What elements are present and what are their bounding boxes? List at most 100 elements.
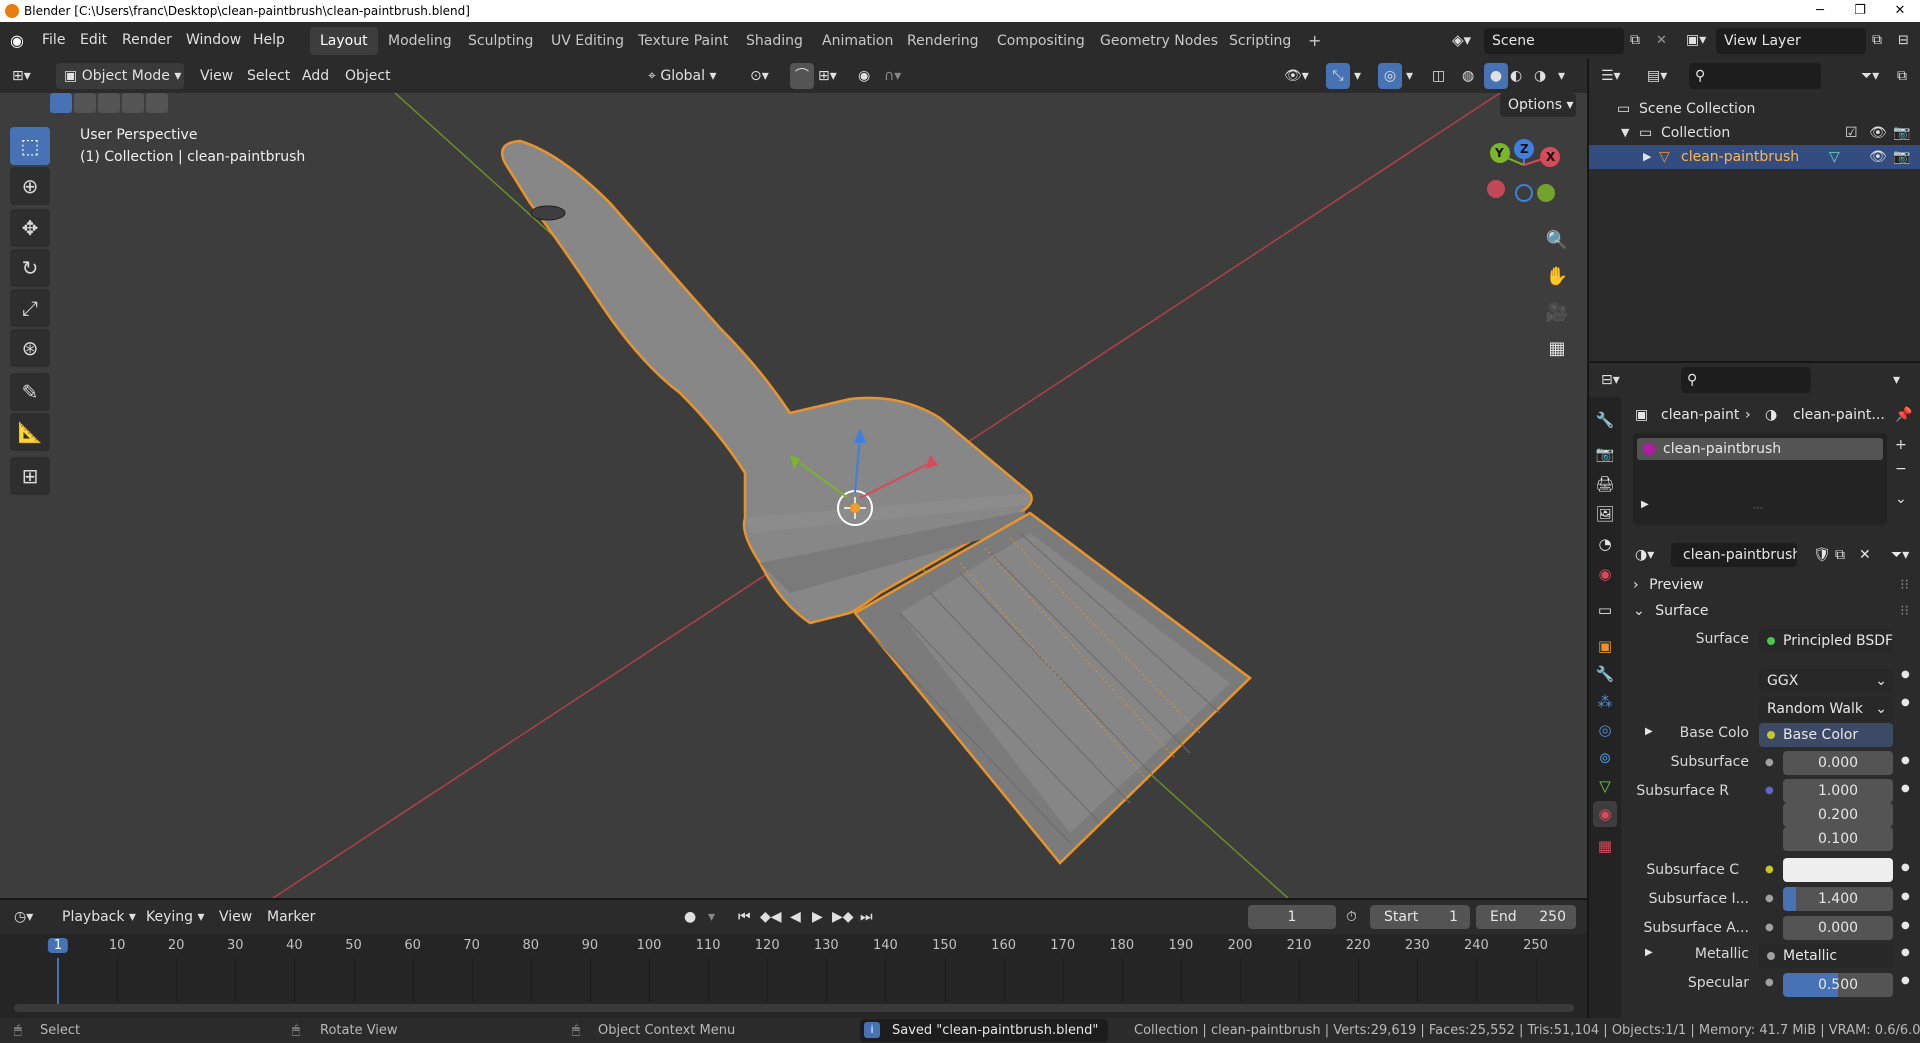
texture-tab-icon[interactable]: ▦	[1593, 833, 1617, 859]
current-frame-field[interactable]: 1	[1248, 905, 1336, 929]
viewport-menu-select[interactable]: Select	[247, 63, 290, 89]
navigation-gizmo[interactable]	[1480, 133, 1580, 213]
visibility-eye-icon[interactable]: 👁	[1869, 121, 1887, 145]
overlays-dropdown-icon[interactable]: ▾	[1406, 63, 1413, 89]
record-keyframe-icon[interactable]: ●	[684, 904, 696, 930]
end-frame-field[interactable]: End 250	[1476, 905, 1576, 929]
properties-editor-icon[interactable]: ⊟▾	[1601, 367, 1620, 393]
subsurface-dot-icon[interactable]: ●	[1901, 755, 1910, 766]
add-material-slot-icon[interactable]: +	[1895, 437, 1907, 453]
method-dot-icon[interactable]: ●	[1901, 697, 1910, 708]
timeline-menu-playback[interactable]: Playback ▾	[62, 904, 136, 930]
subsurface-method-dropdown[interactable]: Random Walk ⌄	[1759, 697, 1893, 721]
timeline-scrollbar[interactable]	[14, 1004, 1574, 1012]
aniso-dot-icon[interactable]: ●	[1901, 920, 1910, 931]
viewport-menu-view[interactable]: View	[200, 63, 233, 89]
tab-animation[interactable]: Animation	[812, 27, 903, 55]
next-keyframe-icon[interactable]: ▶◆	[832, 904, 854, 930]
radius-dot-icon[interactable]: ●	[1901, 783, 1910, 794]
browse-material-icon[interactable]: ◑▾	[1635, 547, 1654, 563]
xray-toggle-icon[interactable]: ◫	[1432, 63, 1445, 89]
particles-tab-icon[interactable]: ⁂	[1593, 689, 1617, 715]
timeline-menu-view[interactable]: View	[219, 904, 252, 930]
subsurface-radius-y-field[interactable]: 0.200	[1783, 803, 1893, 827]
duplicate-material-icon[interactable]: ⧉	[1835, 547, 1845, 563]
material-shading-icon[interactable]: ◐	[1510, 63, 1522, 89]
wireframe-shading-icon[interactable]: ◍	[1462, 63, 1474, 89]
menu-edit[interactable]: Edit	[80, 22, 107, 59]
outliner-row-object[interactable]: ▶ ▽ clean-paintbrush ▽ 👁 📷	[1589, 145, 1920, 169]
maximize-button[interactable]: ❐	[1840, 0, 1880, 22]
tab-modeling[interactable]: Modeling	[378, 27, 462, 55]
viewport-timeline-separator[interactable]	[0, 898, 1587, 900]
options-dropdown[interactable]: Options ▾	[1500, 93, 1576, 117]
outliner-search-input[interactable]: ⚲	[1689, 63, 1821, 89]
scale-tool-icon[interactable]: ⤢	[10, 289, 50, 327]
play-reverse-icon[interactable]: ◀	[790, 904, 801, 930]
visibility-icon[interactable]: 👁▾	[1284, 63, 1309, 89]
rotate-tool-icon[interactable]: ↻	[10, 249, 50, 287]
tab-rendering[interactable]: Rendering	[897, 27, 989, 55]
mesh-data-icon[interactable]: ▽	[1829, 145, 1840, 169]
select-box-tool-icon[interactable]: ⬚	[10, 127, 50, 165]
transform-orientation-dropdown[interactable]: ⌖ Global ▾	[648, 63, 740, 89]
base-color-link-field[interactable]: Base Color	[1759, 723, 1893, 747]
material-tab-icon[interactable]: ◉	[1593, 801, 1617, 827]
filter-icon[interactable]: ⏷▾	[1861, 63, 1879, 89]
node-filter-icon[interactable]: ⏷▾	[1891, 547, 1909, 563]
render-tab-icon[interactable]: 📷	[1593, 441, 1617, 467]
subsurface-color-dot-icon[interactable]: ●	[1901, 862, 1910, 873]
use-preview-range-icon[interactable]: ⏱	[1346, 904, 1357, 930]
unlink-material-icon[interactable]: ✕	[1859, 547, 1871, 563]
surface-panel-header[interactable]: ⌄ Surface ⁝⁝	[1633, 599, 1915, 623]
exclude-checkbox-icon[interactable]: ☑	[1845, 121, 1858, 145]
record-dropdown-icon[interactable]: ▾	[708, 904, 715, 930]
outliner-properties-separator[interactable]	[1589, 361, 1920, 363]
cursor-tool-icon[interactable]: ⊕	[10, 167, 50, 205]
proportional-edit-icon[interactable]: ◉	[858, 63, 870, 89]
menu-window[interactable]: Window	[186, 22, 241, 59]
pan-hand-icon[interactable]: ✋	[1542, 262, 1572, 292]
distribution-dot-icon[interactable]: ●	[1901, 669, 1910, 680]
editor-type-icon[interactable]: ⊞▾	[12, 63, 31, 89]
tab-shading[interactable]: Shading	[736, 27, 813, 55]
overlays-toggle-icon[interactable]: ◎	[1378, 63, 1402, 89]
output-tab-icon[interactable]: 🖨	[1593, 471, 1617, 497]
select-invert-icon[interactable]	[122, 93, 144, 113]
object-visibility-eye-icon[interactable]: 👁	[1869, 145, 1887, 169]
collection-tab-icon[interactable]: ▭	[1593, 597, 1617, 623]
specular-field[interactable]: 0.500	[1783, 973, 1893, 997]
menu-render[interactable]: Render	[122, 22, 172, 59]
pin-icon[interactable]: 📌	[1895, 407, 1912, 423]
surface-shader-dropdown[interactable]: Principled BSDF	[1759, 629, 1893, 653]
tab-sculpting[interactable]: Sculpting	[458, 27, 543, 55]
tab-texture-paint[interactable]: Texture Paint	[628, 27, 738, 55]
expand-arrow-icon[interactable]: ▶	[1643, 145, 1651, 169]
zoom-icon[interactable]: 🔍	[1542, 226, 1572, 256]
material-name-field[interactable]: clean-paintbrush	[1671, 543, 1797, 567]
slot-specials-icon[interactable]: ⌄	[1895, 491, 1907, 507]
rendered-shading-icon[interactable]: ◑	[1534, 63, 1546, 89]
view-layer-tab-icon[interactable]: 🖼	[1593, 501, 1617, 527]
prev-keyframe-icon[interactable]: ◆◀	[760, 904, 782, 930]
timeline-menu-keying[interactable]: Keying ▾	[146, 904, 205, 930]
select-extend-icon[interactable]	[74, 93, 96, 113]
properties-options-icon[interactable]: ▾	[1893, 367, 1900, 393]
play-icon[interactable]: ▶	[812, 904, 823, 930]
outliner-editor-icon[interactable]: ☰▾	[1601, 63, 1621, 89]
constraints-tab-icon[interactable]: ⊚	[1593, 745, 1617, 771]
world-tab-icon[interactable]: ◉	[1593, 561, 1617, 587]
new-collection-icon[interactable]: ⧉	[1897, 63, 1907, 89]
measure-tool-icon[interactable]: 📐	[10, 413, 50, 451]
new-scene-icon[interactable]: ⧉	[1630, 22, 1640, 59]
jump-start-icon[interactable]: ⏮	[738, 904, 751, 930]
select-intersect-icon[interactable]	[146, 93, 168, 113]
tab-compositing[interactable]: Compositing	[987, 27, 1095, 55]
add-workspace-icon[interactable]: +	[1298, 27, 1331, 55]
gizmo-dropdown-icon[interactable]: ▾	[1354, 63, 1361, 89]
snap-target-icon[interactable]: ⊞▾	[818, 63, 837, 89]
properties-search-input[interactable]: ⚲	[1681, 367, 1811, 393]
falloff-icon[interactable]: ∩▾	[884, 63, 901, 89]
minimize-button[interactable]: ─	[1800, 0, 1840, 22]
timeline-menu-marker[interactable]: Marker	[267, 904, 315, 930]
